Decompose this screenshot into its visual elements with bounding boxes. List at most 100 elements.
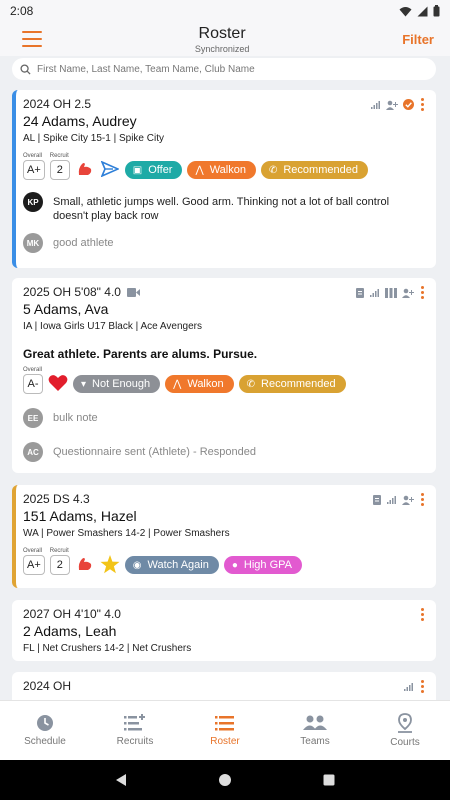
map-pin-icon: [398, 713, 412, 733]
system-nav-bar: [0, 760, 450, 800]
people-icon: [303, 715, 327, 730]
flexed-arm-icon[interactable]: [75, 554, 95, 574]
recruit-value: 2: [49, 160, 70, 180]
player-info: 2024 OH 2.5: [23, 97, 92, 111]
recruit-rating[interactable]: Recruit 2: [49, 548, 70, 575]
more-options-icon[interactable]: [419, 493, 426, 506]
roster-card[interactable]: 2025 OH 5'08" 4.0 5 Adams, Ava IA | Iowa…: [12, 278, 436, 473]
nav-recruits[interactable]: Recruits: [95, 714, 175, 747]
player-name[interactable]: 151 Adams, Hazel: [23, 508, 424, 526]
stats-icon[interactable]: [404, 682, 414, 692]
tag-label: Recommended: [283, 164, 358, 176]
card-tools: [419, 608, 426, 621]
nav-schedule[interactable]: Schedule: [5, 714, 85, 747]
avatar: EE: [23, 408, 43, 428]
rating-row: Overall A+ Recruit 2 ▣ Offer ⋀ Walkon ✆ Recom…: [23, 153, 424, 180]
avatar: KP: [23, 192, 43, 212]
star-icon[interactable]: [100, 554, 120, 574]
player-name[interactable]: 2 Adams, Leah: [23, 623, 424, 641]
nav-teams[interactable]: Teams: [275, 714, 355, 747]
player-club: FL | Net Crushers 14-2 | Net Crushers: [23, 643, 192, 654]
stats-icon[interactable]: [371, 100, 381, 110]
back-icon[interactable]: [115, 773, 127, 787]
phone-icon: ✆: [268, 164, 278, 176]
overall-rating[interactable]: Overall A-: [23, 367, 43, 394]
tag-label: Recommended: [261, 378, 336, 390]
more-options-icon[interactable]: [419, 286, 426, 299]
search-bar: [12, 58, 436, 80]
nav-label: Schedule: [24, 736, 66, 747]
brain-icon: ●: [231, 559, 238, 571]
recruit-rating[interactable]: Recruit 2: [49, 153, 70, 180]
tag-recommended[interactable]: ✆ Recommended: [238, 375, 346, 393]
walk-icon: ⋀: [195, 164, 204, 176]
list-icon: [215, 716, 234, 731]
note[interactable]: EE bulk note: [23, 408, 424, 428]
document-icon[interactable]: [372, 494, 382, 505]
avatar: AC: [23, 442, 43, 462]
player-club: AL | Spike City 15-1 | Spike City: [23, 133, 164, 144]
tag-label: Watch Again: [147, 559, 209, 571]
nav-roster[interactable]: Roster: [185, 714, 265, 747]
overall-label: Overall: [23, 367, 43, 373]
video-icon[interactable]: [126, 287, 140, 297]
stats-icon[interactable]: [387, 495, 397, 505]
page-title: Roster: [198, 24, 246, 42]
note[interactable]: KP Small, athletic jumps well. Good arm.…: [23, 192, 424, 223]
card-tools: [371, 98, 426, 111]
thumbs-down-icon: ▾: [81, 378, 87, 390]
search-input[interactable]: [37, 63, 428, 75]
nav-courts[interactable]: Courts: [365, 713, 445, 748]
overall-rating[interactable]: Overall A+: [23, 548, 45, 575]
status-time: 2:08: [10, 4, 34, 18]
tag-recommended[interactable]: ✆ Recommended: [260, 161, 368, 179]
card-tools: [404, 680, 426, 693]
more-options-icon[interactable]: [419, 680, 426, 693]
recruit-label: Recruit: [49, 153, 69, 159]
status-bar: 2:08: [0, 0, 450, 22]
tag-label: High GPA: [243, 559, 292, 571]
note[interactable]: MK good athlete: [23, 233, 424, 253]
menu-icon[interactable]: [22, 31, 42, 47]
tag-offer[interactable]: ▣ Offer: [124, 161, 183, 179]
flexed-arm-icon[interactable]: [75, 159, 95, 179]
tag-walkon[interactable]: ⋀ Walkon: [165, 375, 234, 393]
send-icon[interactable]: [100, 159, 120, 179]
roster-card[interactable]: 2025 DS 4.3 151 Adams, Hazel WA | Power …: [12, 485, 436, 588]
tag-label: Not Enough: [92, 378, 151, 390]
add-person-icon[interactable]: [386, 100, 398, 110]
note[interactable]: AC Questionnaire sent (Athlete) - Respon…: [23, 442, 424, 462]
stats-icon[interactable]: [370, 288, 380, 298]
walk-icon: ⋀: [173, 378, 182, 390]
columns-icon[interactable]: [385, 287, 397, 298]
heart-icon[interactable]: [48, 373, 68, 393]
overall-rating[interactable]: Overall A+: [23, 153, 45, 180]
filter-button[interactable]: Filter: [402, 32, 434, 47]
more-options-icon[interactable]: [419, 608, 426, 621]
player-club: IA | Iowa Girls U17 Black | Ace Avengers: [23, 321, 202, 332]
add-person-icon[interactable]: [402, 495, 414, 505]
tag-walkon[interactable]: ⋀ Walkon: [187, 161, 256, 179]
roster-card[interactable]: 2027 OH 4'10" 4.0 2 Adams, Leah FL | Net…: [12, 600, 436, 661]
avatar: MK: [23, 233, 43, 253]
add-person-icon[interactable]: [402, 288, 414, 298]
player-name[interactable]: 24 Adams, Audrey: [23, 113, 424, 131]
tag-label: Offer: [148, 164, 173, 176]
roster-card[interactable]: 2024 OH 2.5 24 Adams, Audrey AL | Spike …: [12, 90, 436, 268]
tag-not-enough[interactable]: ▾ Not Enough: [73, 375, 161, 393]
note-text: Small, athletic jumps well. Good arm. Th…: [53, 196, 390, 222]
player-name[interactable]: 5 Adams, Ava: [23, 301, 424, 319]
card-tools: [355, 286, 426, 299]
card-tools: [372, 493, 426, 506]
document-icon[interactable]: [355, 287, 365, 298]
recents-icon[interactable]: [323, 774, 335, 786]
more-options-icon[interactable]: [419, 98, 426, 111]
check-circle-icon[interactable]: [403, 99, 414, 110]
tag-high-gpa[interactable]: ● High GPA: [223, 556, 302, 574]
tag-watch-again[interactable]: ◉ Watch Again: [124, 556, 219, 574]
home-icon[interactable]: [218, 773, 232, 787]
note-text: Questionnaire sent (Athlete) - Responded: [53, 446, 257, 458]
battery-icon: [433, 5, 440, 17]
ticket-icon: ▣: [132, 164, 143, 176]
bottom-nav: Schedule Recruits Roster Teams Courts: [0, 700, 450, 760]
